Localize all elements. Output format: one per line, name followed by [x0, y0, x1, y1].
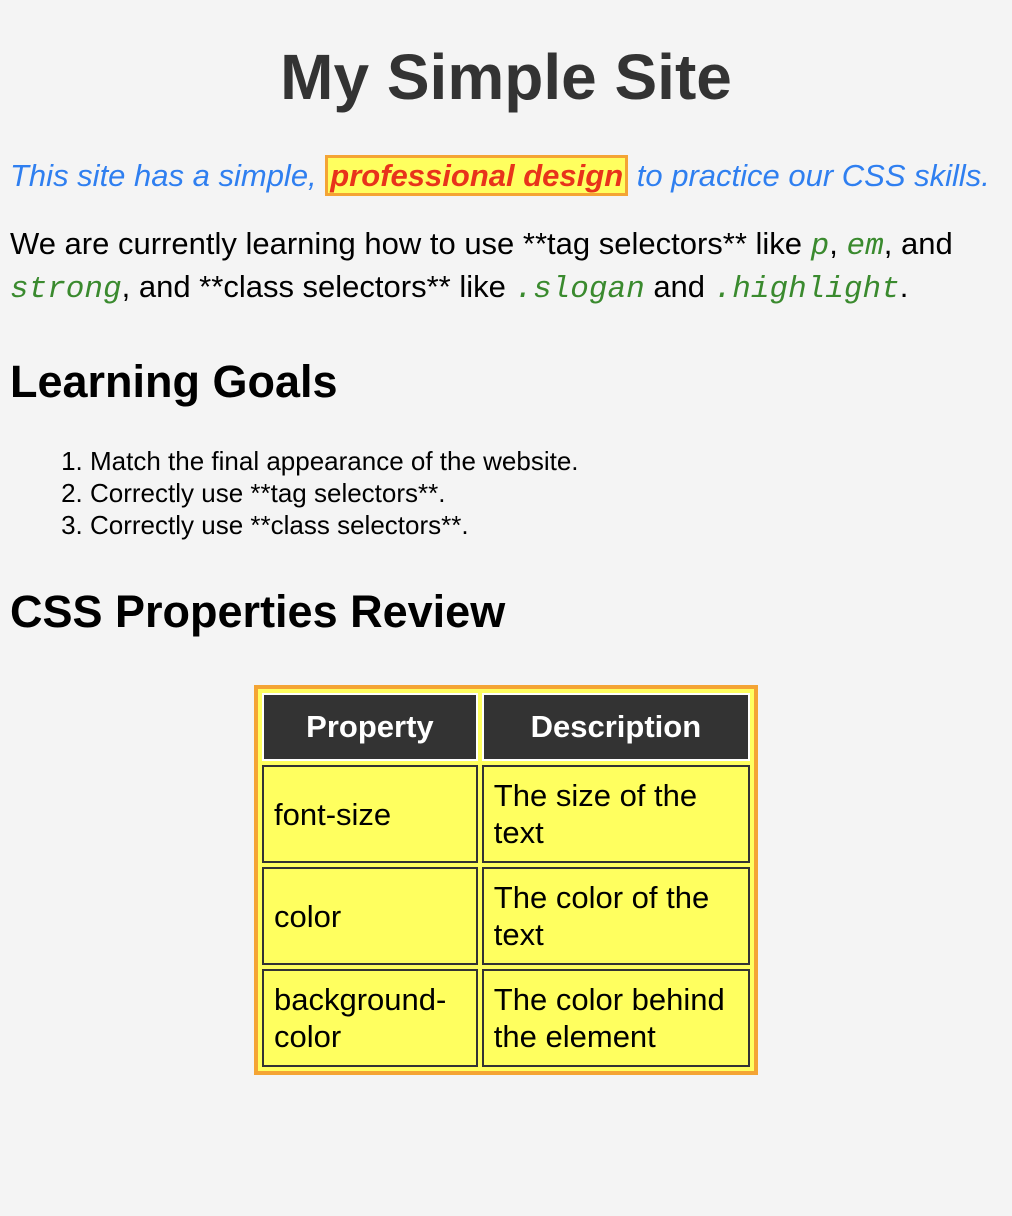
table-row: background-color The color behind the el… [262, 969, 750, 1067]
column-header-description: Description [481, 693, 750, 761]
intro-text: We are currently learning how to use **t… [10, 226, 811, 261]
highlight-text: professional design [325, 155, 629, 196]
column-header-property: Property [262, 693, 478, 761]
table-row: color The color of the text [262, 867, 750, 965]
page: My Simple Site This site has a simple, p… [0, 0, 1012, 1075]
code-p: p [810, 229, 830, 264]
site-title: My Simple Site [280, 41, 732, 113]
table-wrapper: Property Description font-size The size … [10, 685, 1002, 1075]
learning-goals-heading: Learning Goals [10, 356, 338, 407]
intro-text: , and **class selectors** like [121, 269, 515, 304]
slogan-text-before: This site has a simple, [10, 158, 326, 193]
table-cell-property: background-color [262, 969, 478, 1067]
table-cell-property: font-size [262, 765, 478, 863]
intro-sep: , and [883, 226, 953, 261]
table-cell-property: color [262, 867, 478, 965]
intro-paragraph: We are currently learning how to use **t… [10, 224, 1002, 310]
slogan-text-after: to practice our CSS skills. [628, 158, 990, 193]
intro-end: . [899, 269, 909, 304]
table-header-row: Property Description [262, 693, 750, 761]
slogan: This site has a simple, professional des… [10, 155, 1002, 196]
css-properties-review-heading: CSS Properties Review [10, 586, 506, 637]
learning-goals-list: Match the final appearance of the websit… [10, 445, 1002, 541]
list-item: Match the final appearance of the websit… [90, 445, 1002, 477]
code-em: em [846, 229, 884, 264]
table-row: font-size The size of the text [262, 765, 750, 863]
code-slogan: .slogan [514, 272, 645, 307]
code-highlight: .highlight [713, 272, 900, 307]
list-item: Correctly use **tag selectors**. [90, 477, 1002, 509]
list-item: Correctly use **class selectors**. [90, 509, 1002, 541]
intro-sep: , [829, 226, 847, 261]
code-strong: strong [10, 272, 122, 307]
table-cell-description: The color behind the element [481, 969, 750, 1067]
table-cell-description: The color of the text [481, 867, 750, 965]
table-cell-description: The size of the text [481, 765, 750, 863]
intro-sep: and [644, 269, 714, 304]
properties-table: Property Description font-size The size … [254, 685, 758, 1075]
